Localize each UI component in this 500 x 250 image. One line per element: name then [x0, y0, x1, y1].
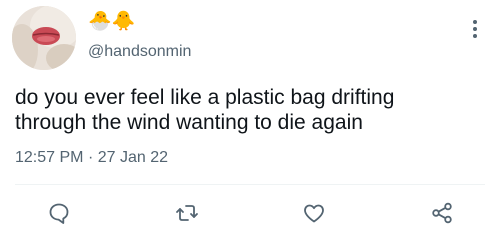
display-name[interactable]: 🐣🐥	[88, 11, 135, 33]
user-handle[interactable]: @handsonmin	[88, 42, 191, 62]
retweet-button[interactable]	[172, 198, 202, 228]
more-options-button[interactable]	[470, 18, 480, 40]
reply-button[interactable]	[44, 198, 74, 228]
meta-separator: ·	[87, 149, 94, 166]
speech-bubble-icon	[49, 203, 69, 224]
tweet-timestamp[interactable]: 12:57 PM · 27 Jan 22	[15, 148, 168, 168]
tweet-date: 27 Jan 22	[97, 149, 168, 166]
like-button[interactable]	[299, 198, 329, 228]
divider	[15, 184, 485, 185]
heart-icon	[304, 204, 324, 223]
tweet-text: do you ever feel like a plastic bag drif…	[15, 86, 395, 134]
more-vertical-icon	[473, 20, 477, 38]
tweet-time: 12:57 PM	[15, 149, 84, 166]
tweet-card: 🐣🐥 @handsonmin do you ever feel like a p…	[0, 0, 500, 250]
share-button[interactable]	[427, 198, 457, 228]
profile-photo	[12, 6, 76, 70]
retweet-icon	[176, 205, 198, 221]
avatar[interactable]	[12, 6, 76, 70]
action-bar	[0, 198, 500, 228]
share-icon	[432, 202, 452, 224]
